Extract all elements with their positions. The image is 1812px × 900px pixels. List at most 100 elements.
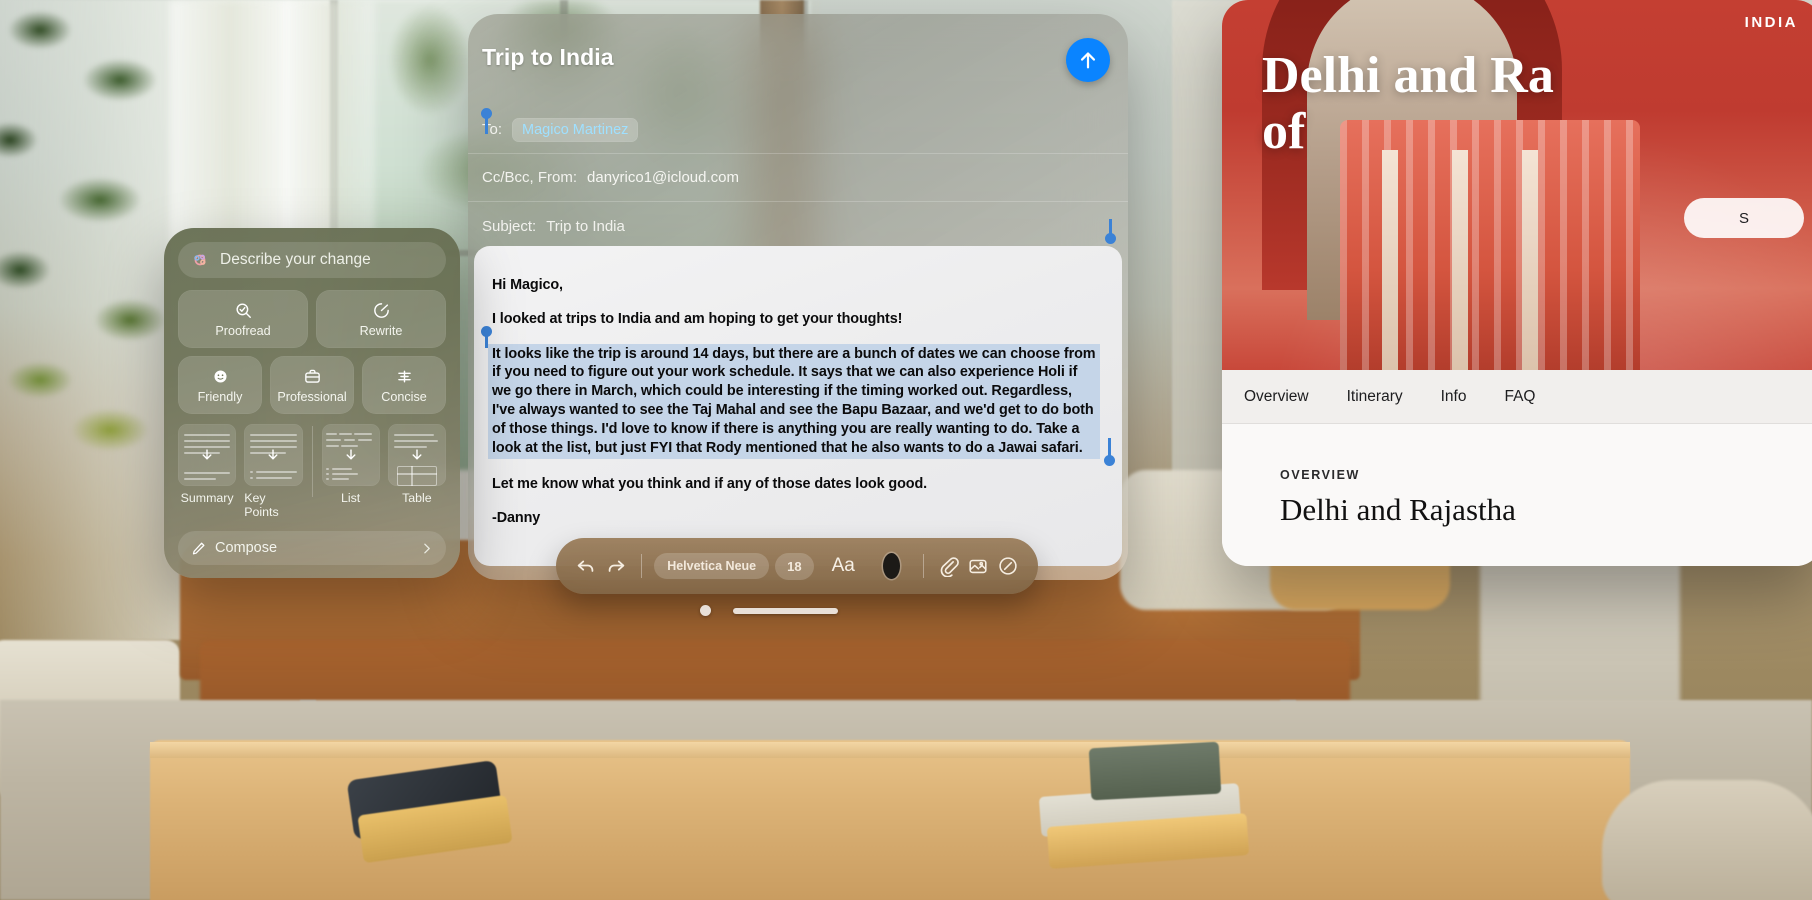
summary-label: Summary [180,491,234,505]
section-eyebrow: OVERVIEW [1280,468,1360,482]
compose-button[interactable]: Compose [178,531,446,565]
table-card-icon [387,424,446,486]
travel-content-section: OVERVIEW Delhi and Rajastha [1222,424,1812,566]
subject-field-row[interactable]: Subject: Trip to India [468,202,1128,250]
body-paragraph-3: Let me know what you think and if any of… [492,476,928,493]
sparkle-icon [194,254,206,266]
tab-faq[interactable]: FAQ [1504,388,1535,406]
selection-end-bar-overlay [1108,438,1111,456]
body-selected-paragraph[interactable]: It looks like the trip is around 14 days… [488,343,1100,460]
from-address: danyrico1@icloud.com [587,169,739,186]
arrow-up-icon [1080,52,1096,69]
table-label: Table [402,491,432,505]
friendly-button[interactable]: Friendly [178,356,262,414]
professional-button[interactable]: Professional [270,356,354,414]
travel-hero-line-1: Delhi and Ra [1262,47,1554,104]
chevron-right-icon [424,543,430,553]
compose-label: Compose [215,540,278,556]
concise-button[interactable]: Concise [362,356,446,414]
travel-hero-line-2: of [1262,103,1306,160]
concise-label: Concise [381,389,427,404]
body-signature: -Danny [492,510,541,527]
attach-button[interactable] [937,548,961,584]
window-close-dot[interactable] [700,605,711,616]
undo-button[interactable] [574,548,598,584]
recipient-chip[interactable]: Magico Martinez [512,117,639,142]
tab-overview[interactable]: Overview [1244,388,1309,406]
window-grabber[interactable] [700,605,838,616]
selection-start-handle[interactable] [481,108,492,119]
down-arrow-icon [412,449,422,460]
pencil-icon [192,542,205,554]
writing-tools-panel[interactable]: Describe your change Proofread Rewrite F… [164,228,460,578]
toolbar-divider [640,554,642,578]
text-color-swatch[interactable] [882,553,901,579]
travel-webpage-window[interactable]: INDIA Delhi and Ra of S Overview Itinera… [1222,0,1812,566]
rewrite-circle-icon [373,302,389,318]
describe-change-placeholder: Describe your change [220,251,371,268]
palace-column [1382,150,1398,370]
rewrite-button[interactable]: Rewrite [316,290,446,348]
key-points-card-icon [244,424,303,486]
writing-actions-row: Proofread Rewrite [178,290,446,348]
tab-info[interactable]: Info [1441,388,1467,406]
tone-actions-row: Friendly Professional Concise [178,356,446,414]
body-paragraph-1: I looked at trips to India and am hoping… [492,310,903,327]
concise-icon [397,370,411,382]
list-card[interactable]: List [321,424,380,519]
paperclip-icon [940,557,959,577]
proofread-button[interactable]: Proofread [178,290,308,348]
format-toolbar[interactable]: Helvetica Neue 18 Aa [556,538,1038,594]
mail-compose-window[interactable]: Trip to India To: Magico Martinez Cc/Bcc… [468,14,1128,580]
subject-label: Subject: [482,217,537,235]
markup-button[interactable] [996,548,1020,584]
professional-label: Professional [277,389,347,404]
travel-hero-button[interactable]: S [1684,198,1804,238]
summary-card[interactable]: Summary [178,424,237,519]
summary-card-icon [178,424,237,486]
table-card[interactable]: Table [387,424,446,519]
selection-end-handle-overlay[interactable] [1104,455,1115,466]
page-title: Trip to India [482,44,614,70]
palace-column [1452,150,1468,370]
send-button[interactable] [1066,38,1110,82]
mail-body-text-area[interactable]: Hi Magico, I looked at trips to India an… [474,246,1122,566]
list-label: List [340,491,361,505]
book-top [1088,741,1222,801]
down-arrow-icon [202,449,212,460]
redo-icon [608,560,624,572]
cc-field-row[interactable]: Cc/Bcc, From: danyrico1@icloud.com [468,154,1128,202]
down-arrow-icon [346,449,356,460]
font-family-selector[interactable]: Helvetica Neue [654,553,770,579]
travel-tab-bar[interactable]: Overview Itinerary Info FAQ [1222,370,1812,424]
rewrite-label: Rewrite [359,323,403,338]
section-heading: Delhi and Rajastha [1280,492,1516,527]
basket [1602,780,1812,900]
to-field-row[interactable]: To: Magico Martinez [468,106,1128,154]
proofread-label: Proofread [215,323,271,338]
selection-end-handle[interactable] [1105,233,1116,244]
selection-start-handle-overlay[interactable] [481,326,492,337]
cc-label: Cc/Bcc, From: [482,169,578,186]
down-arrow-icon [268,449,278,460]
body-greeting: Hi Magico, [492,277,563,293]
window-resize-bar[interactable] [733,607,838,614]
tab-itinerary[interactable]: Itinerary [1347,388,1403,406]
subject-value[interactable]: Trip to India [546,218,625,235]
describe-change-input[interactable]: Describe your change [178,242,446,278]
smiley-icon [213,369,227,383]
coffee-table-edge [150,742,1630,758]
briefcase-icon [304,369,320,383]
list-card-icon [321,424,380,486]
font-size-selector[interactable]: 18 [775,552,814,580]
toolbar-divider [923,554,924,578]
text-style-button[interactable]: Aa [820,555,867,577]
magnifier-check-icon [235,302,251,318]
key-points-card[interactable]: Key Points [244,424,303,519]
redo-button[interactable] [604,548,628,584]
travel-kicker: INDIA [1744,14,1798,31]
travel-hero-image: INDIA Delhi and Ra of S [1222,0,1812,370]
undo-icon [577,560,594,572]
format-cards-row: Summary Key Points List Table [178,424,446,519]
insert-photo-button[interactable] [966,548,990,584]
